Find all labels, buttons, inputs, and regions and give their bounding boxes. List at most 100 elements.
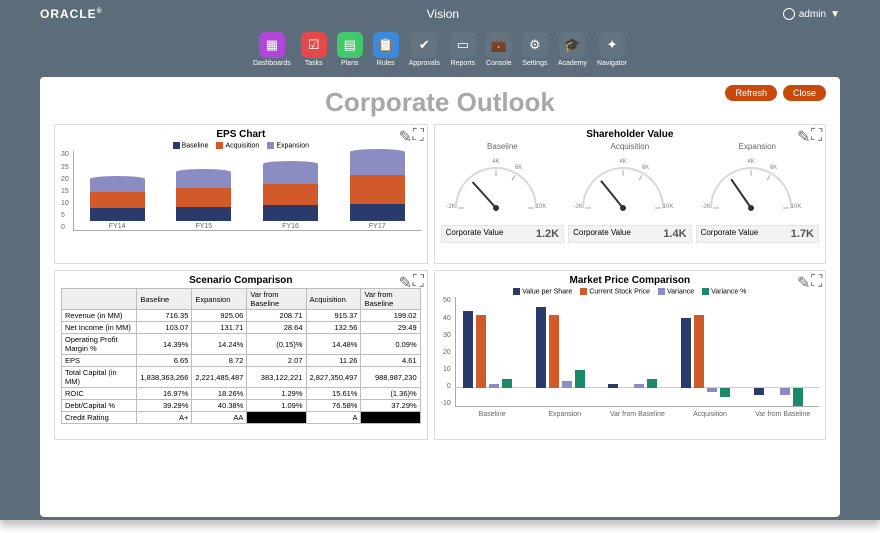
bar-segment bbox=[608, 384, 618, 388]
bar-segment bbox=[263, 184, 318, 205]
table-cell: 15.61% bbox=[306, 388, 361, 400]
x-label: FY17 bbox=[369, 223, 386, 230]
table-cell: 39.29% bbox=[137, 400, 192, 412]
refresh-button[interactable]: Refresh bbox=[725, 85, 777, 101]
eps-bars-area: FY14FY15FY16FY17 bbox=[73, 151, 421, 231]
bar-segment bbox=[502, 379, 512, 388]
edit-icon[interactable]: ✎ bbox=[797, 127, 807, 137]
table-cell: 37.29% bbox=[361, 400, 420, 412]
rules-icon: 📋 bbox=[373, 32, 399, 58]
nav-item-academy[interactable]: 🎓Academy bbox=[558, 32, 587, 67]
gauge-dial: -2K4K6K10K bbox=[568, 153, 691, 225]
gauge-name: Baseline bbox=[487, 142, 518, 151]
shareholder-title: Shareholder Value bbox=[441, 129, 819, 140]
action-buttons: Refresh Close bbox=[725, 85, 826, 101]
gauge-dial: -2K4K6K10K bbox=[441, 153, 564, 225]
legend-item: Acquisition bbox=[216, 142, 259, 149]
nav-item-navigator[interactable]: ✦Navigator bbox=[597, 32, 627, 67]
svg-text:6K: 6K bbox=[514, 165, 521, 171]
user-menu[interactable]: admin ▼ bbox=[783, 8, 840, 20]
bar-segment bbox=[681, 318, 691, 388]
market-bars-area: BaselineExpansionVar from BaselineAcquis… bbox=[455, 297, 819, 407]
bar-segment bbox=[350, 175, 405, 204]
table-cell: 0.09% bbox=[361, 334, 420, 355]
expand-icon[interactable]: ⛶ bbox=[811, 273, 821, 283]
page-title: Corporate Outlook bbox=[54, 87, 826, 118]
scenario-table: BaselineExpansionVar from BaselineAcquis… bbox=[61, 288, 421, 424]
eps-title: EPS Chart bbox=[61, 129, 421, 140]
legend-item: Current Stock Price bbox=[580, 288, 650, 295]
x-label: Expansion bbox=[528, 411, 601, 418]
academy-icon: 🎓 bbox=[559, 32, 585, 58]
topbar: ORACLE® Vision admin ▼ bbox=[40, 0, 840, 28]
row-label: Operating Profit Margin % bbox=[62, 334, 137, 355]
edit-icon[interactable]: ✎ bbox=[399, 127, 409, 137]
table-cell: 2,221,485,487 bbox=[192, 367, 247, 388]
table-cell: 988,987,230 bbox=[361, 367, 420, 388]
expand-icon[interactable]: ⛶ bbox=[811, 127, 821, 137]
bar-segment bbox=[707, 388, 717, 392]
table-cell: 132.56 bbox=[306, 322, 361, 334]
nav-label: Rules bbox=[377, 60, 395, 67]
nav-item-approvals[interactable]: ✔Approvals bbox=[409, 32, 440, 67]
market-y-axis: 50403020100-10 bbox=[441, 297, 455, 407]
dashboards-icon: ▦ bbox=[259, 32, 285, 58]
expand-icon[interactable]: ⛶ bbox=[413, 273, 423, 283]
bar-segment bbox=[720, 388, 730, 397]
table-cell: A+ bbox=[137, 412, 192, 424]
bar-segment bbox=[263, 164, 318, 184]
svg-text:6K: 6K bbox=[769, 165, 776, 171]
x-label: FY14 bbox=[109, 223, 126, 230]
table-row: Revenue (in MM)716.35925.06208.71915.371… bbox=[62, 310, 421, 322]
table-header bbox=[62, 289, 137, 310]
market-title: Market Price Comparison bbox=[441, 275, 819, 286]
bar-segment bbox=[489, 384, 499, 388]
nav-label: Dashboards bbox=[253, 60, 291, 67]
scenario-header-row: BaselineExpansionVar from BaselineAcquis… bbox=[62, 289, 421, 310]
row-label: EPS bbox=[62, 355, 137, 367]
row-label: Credit Rating bbox=[62, 412, 137, 424]
table-cell: 8.72 bbox=[192, 355, 247, 367]
nav-item-console[interactable]: 💼Console bbox=[486, 32, 512, 67]
bar-segment bbox=[562, 381, 572, 388]
row-label: Net Income (in MM) bbox=[62, 322, 137, 334]
bar-segment bbox=[780, 388, 790, 395]
table-cell: (1.36)% bbox=[361, 388, 420, 400]
nav-item-reports[interactable]: ▭Reports bbox=[450, 32, 476, 67]
row-label: Debt/Capital % bbox=[62, 400, 137, 412]
legend-item: Baseline bbox=[173, 142, 209, 149]
x-label: Acquisition bbox=[674, 411, 747, 418]
nav-item-plans[interactable]: ▤Plans bbox=[337, 32, 363, 67]
main-nav: ▦ Dashboards ☑Tasks ▤Plans 📋 Rules ✔Approvals ▭… bbox=[40, 28, 840, 77]
edit-icon[interactable]: ✎ bbox=[399, 273, 409, 283]
expand-icon[interactable]: ⛶ bbox=[413, 127, 423, 137]
gauge-label: Corporate Value bbox=[701, 228, 759, 240]
bar-FY15: FY15 bbox=[174, 169, 234, 230]
table-header: Expansion bbox=[192, 289, 247, 310]
bar-segment bbox=[575, 370, 585, 388]
legend-item: Value per Share bbox=[513, 288, 572, 295]
edit-icon[interactable]: ✎ bbox=[797, 273, 807, 283]
close-button[interactable]: Close bbox=[783, 85, 826, 101]
svg-text:-2K: -2K bbox=[446, 204, 455, 210]
bar-segment bbox=[263, 205, 318, 221]
gauge-label: Corporate Value bbox=[573, 228, 631, 240]
table-cell: A bbox=[306, 412, 361, 424]
nav-item-tasks[interactable]: ☑Tasks bbox=[301, 32, 327, 67]
x-label: Var from Baseline bbox=[746, 411, 819, 418]
nav-item-rules[interactable]: 📋 Rules bbox=[373, 32, 399, 67]
nav-item-dashboards[interactable]: ▦ Dashboards bbox=[253, 32, 291, 67]
panel-eps-chart: ✎ ⛶ EPS Chart Baseline Acquisition Expansi… bbox=[54, 124, 428, 264]
x-label: Var from Baseline bbox=[601, 411, 674, 418]
x-label: FY15 bbox=[195, 223, 212, 230]
bar-segment bbox=[350, 152, 405, 175]
table-cell: 28.64 bbox=[247, 322, 306, 334]
gauge-value: 1.7K bbox=[791, 228, 814, 240]
bar-segment bbox=[176, 188, 231, 207]
bar-group bbox=[536, 307, 586, 388]
nav-item-settings[interactable]: ⚙Settings bbox=[522, 32, 548, 67]
row-label: Total Capital (in MM) bbox=[62, 367, 137, 388]
legend-item: Expansion bbox=[267, 142, 309, 149]
table-cell bbox=[247, 412, 306, 424]
gauge-name: Acquisition bbox=[610, 142, 649, 151]
